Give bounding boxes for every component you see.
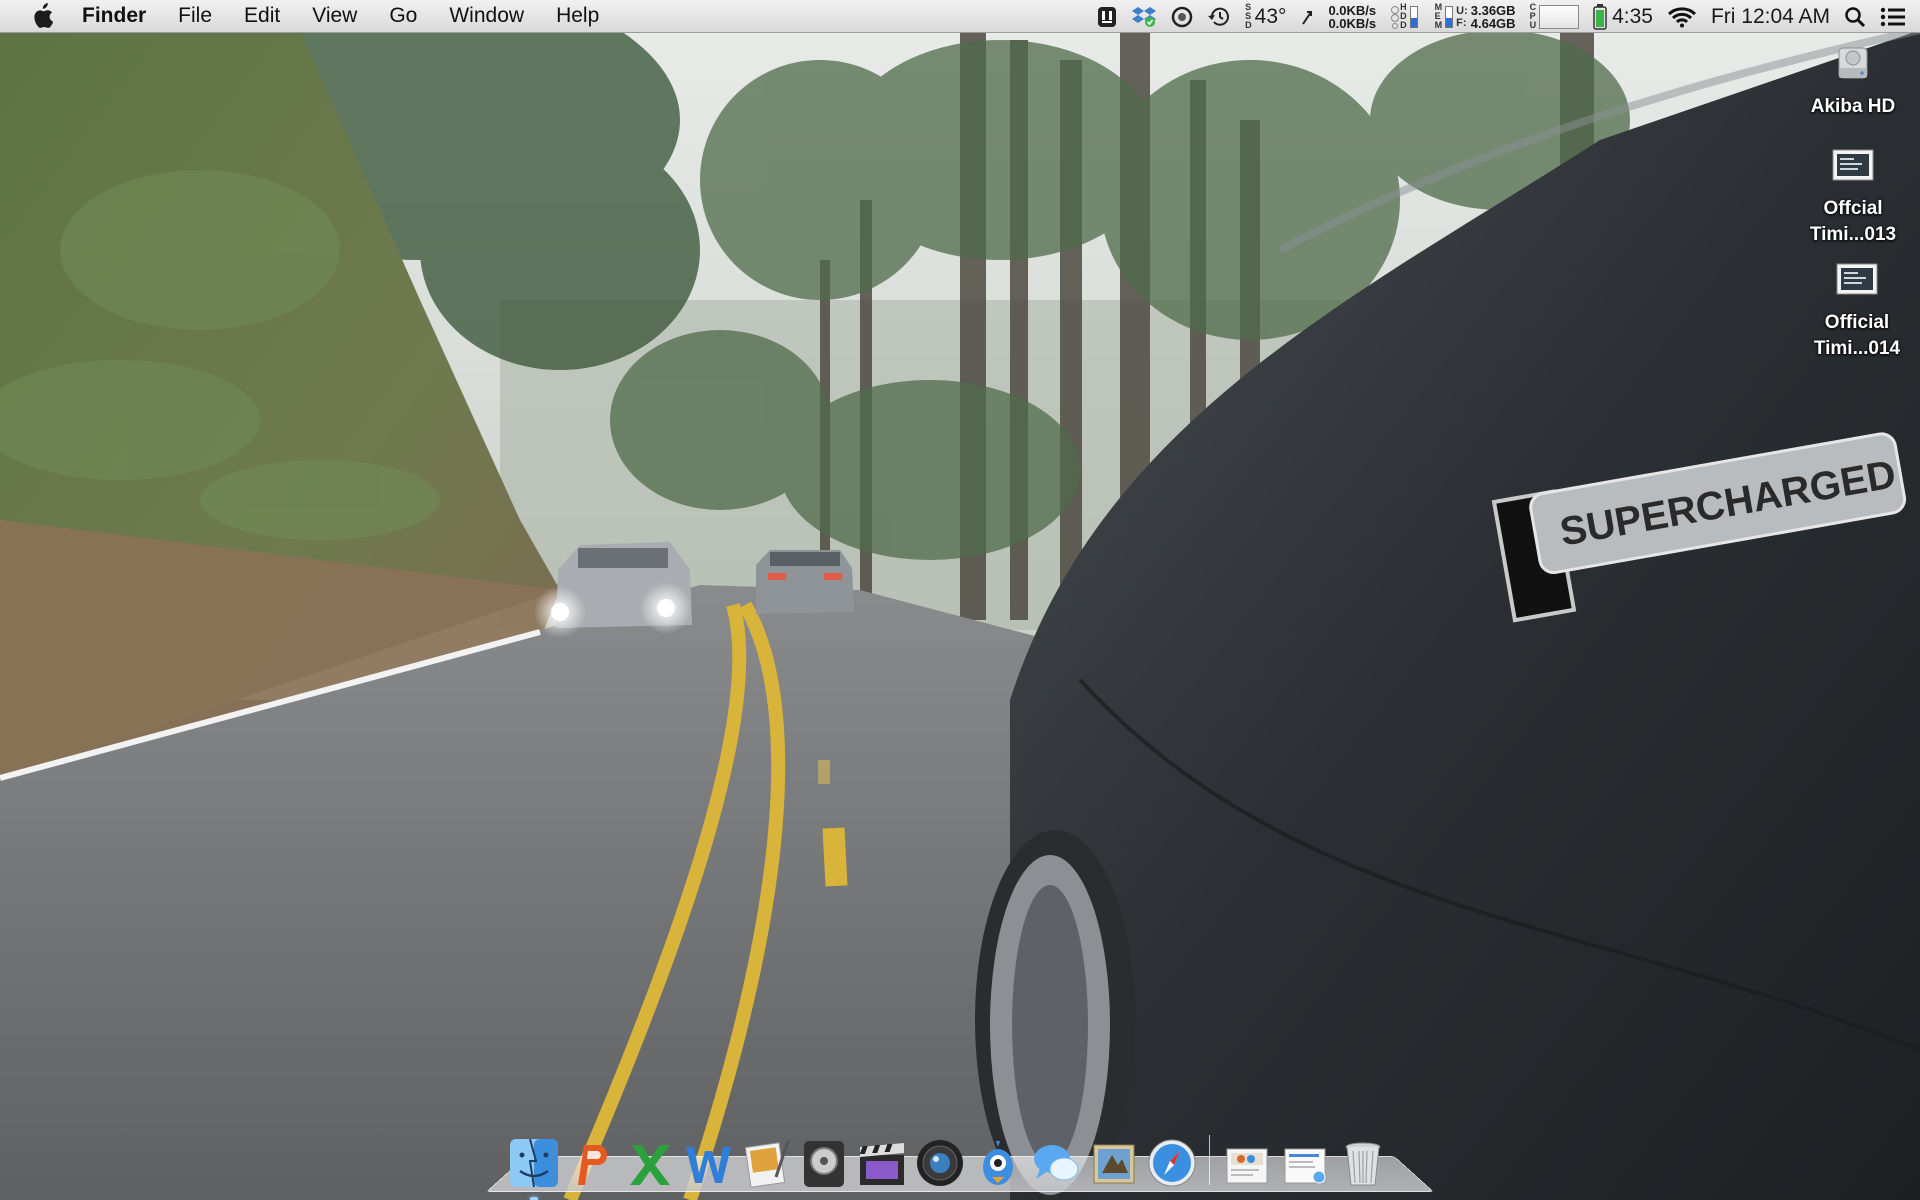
menu-app-finder[interactable]: Finder bbox=[62, 0, 162, 32]
trash-icon bbox=[1345, 1142, 1381, 1186]
mem-label: MEM bbox=[1434, 2, 1443, 30]
dock-finder[interactable] bbox=[505, 1134, 563, 1200]
desktop-icon-label-line2: Timi...013 bbox=[1809, 224, 1897, 245]
dock-safari[interactable] bbox=[1143, 1134, 1201, 1192]
net-download-text: 0.0KB/s bbox=[1328, 15, 1377, 31]
stopwatch-icon[interactable] bbox=[1171, 0, 1193, 33]
powerpoint-icon bbox=[578, 1145, 607, 1185]
mem-uf-label: U: F: bbox=[1456, 4, 1468, 29]
battery-widget[interactable]: 4:35 bbox=[1593, 0, 1653, 33]
aperture-icon bbox=[917, 1140, 963, 1186]
dock bbox=[505, 1128, 1392, 1200]
cpu-graph bbox=[1539, 4, 1580, 29]
desktop-icon-label: Akiba HD bbox=[1810, 96, 1896, 117]
net-upload-text: 0.0KB/s bbox=[1328, 2, 1377, 18]
dropbox-icon[interactable] bbox=[1131, 0, 1157, 33]
menu-window[interactable]: Window bbox=[433, 0, 540, 32]
menu-go[interactable]: Go bbox=[373, 0, 433, 32]
cpu-meter[interactable]: CPU bbox=[1530, 0, 1580, 33]
dock-downloads-stack[interactable] bbox=[1276, 1134, 1334, 1192]
menu-edit[interactable]: Edit bbox=[228, 0, 296, 32]
desktop-icon-akiba-hd[interactable]: Akiba HD bbox=[1788, 42, 1918, 120]
apple-menu-icon[interactable] bbox=[22, 0, 62, 32]
dock-logic[interactable] bbox=[795, 1134, 853, 1192]
wallpaper-scene: SUPERCHARGED bbox=[0, 0, 1920, 1200]
spotlight-search-icon[interactable] bbox=[1844, 0, 1866, 33]
menu-extra-app-icon[interactable] bbox=[1097, 0, 1117, 33]
mail-icon bbox=[1093, 1144, 1135, 1184]
desktop-icon-label-line1: Official bbox=[1824, 312, 1890, 333]
memory-used-text: 3.36GB bbox=[1470, 2, 1516, 18]
weather-widget[interactable]: SSD 43° bbox=[1245, 0, 1286, 33]
finder-icon bbox=[510, 1138, 558, 1188]
excel-icon bbox=[630, 1145, 670, 1185]
menu-bar-left: Finder File Edit View Go Window Help bbox=[0, 0, 615, 32]
dock-trash[interactable] bbox=[1334, 1134, 1392, 1192]
dock-aperture[interactable] bbox=[911, 1134, 969, 1192]
preview-icon bbox=[744, 1140, 790, 1188]
screenshot-file-icon bbox=[1788, 148, 1918, 192]
hdd-usage-bar bbox=[1409, 5, 1418, 28]
menu-file[interactable]: File bbox=[162, 0, 228, 32]
menu-bar: Finder File Edit View Go Window Help SSD… bbox=[0, 0, 1920, 33]
dock-excel[interactable] bbox=[621, 1134, 679, 1192]
menu-help[interactable]: Help bbox=[540, 0, 615, 32]
dock-preview[interactable] bbox=[737, 1134, 795, 1192]
menu-view[interactable]: View bbox=[296, 0, 373, 32]
time-machine-icon[interactable] bbox=[1207, 0, 1231, 33]
notification-center-icon[interactable] bbox=[1880, 0, 1906, 33]
disk-activity-icon bbox=[1391, 5, 1400, 29]
dock-mail[interactable] bbox=[1085, 1134, 1143, 1192]
battery-time-text: 4:35 bbox=[1612, 4, 1653, 28]
menu-clock[interactable]: Fri 12:04 AM bbox=[1711, 0, 1830, 33]
final-cut-icon bbox=[859, 1143, 904, 1185]
memory-usage-bar bbox=[1445, 5, 1454, 28]
screenshot-file-icon bbox=[1792, 262, 1920, 306]
ssd-label: SSD bbox=[1245, 2, 1252, 30]
memory-meter[interactable]: MEM U: F: 3.36GB 4.64GB bbox=[1435, 0, 1516, 33]
word-icon bbox=[686, 1147, 731, 1183]
hdd-meter[interactable]: HDD bbox=[1390, 0, 1421, 33]
arrows-icon[interactable] bbox=[1300, 0, 1314, 33]
battery-icon bbox=[1593, 3, 1607, 30]
dock-documents-stack[interactable] bbox=[1218, 1134, 1276, 1192]
desktop-icon-screenshot-014[interactable]: Official Timi...014 bbox=[1792, 262, 1920, 362]
dock-tweetbot[interactable] bbox=[969, 1134, 1027, 1192]
dock-powerpoint[interactable] bbox=[563, 1134, 621, 1192]
desktop-icon-label-line2: Timi...014 bbox=[1813, 338, 1901, 359]
dock-word[interactable] bbox=[679, 1134, 737, 1192]
documents-stack-icon bbox=[1226, 1148, 1268, 1184]
logic-icon bbox=[804, 1141, 844, 1187]
hdd-label: HDD bbox=[1400, 2, 1407, 30]
wifi-icon[interactable] bbox=[1667, 0, 1697, 33]
network-speed-widget[interactable]: 0.0KB/s 0.0KB/s bbox=[1328, 0, 1376, 33]
dock-final-cut[interactable] bbox=[853, 1134, 911, 1192]
menu-extras: SSD 43° 0.0KB/s 0.0KB/s HDD MEM U: F: 3.3… bbox=[1090, 0, 1920, 33]
dock-separator bbox=[1209, 1135, 1210, 1185]
messages-icon bbox=[1034, 1145, 1079, 1181]
dock-messages[interactable] bbox=[1027, 1134, 1085, 1192]
safari-icon bbox=[1148, 1139, 1196, 1187]
temperature-text: 43° bbox=[1254, 4, 1287, 28]
desktop-wallpaper: SUPERCHARGED bbox=[0, 0, 1920, 1200]
memory-free-text: 4.64GB bbox=[1470, 15, 1516, 31]
desktop-icon-label-line1: Offcial bbox=[1823, 198, 1883, 219]
desktop-icon-screenshot-013[interactable]: Offcial Timi...013 bbox=[1788, 148, 1918, 248]
cpu-label: CPU bbox=[1529, 2, 1537, 30]
tweetbot-icon bbox=[983, 1141, 1013, 1185]
downloads-stack-icon bbox=[1284, 1148, 1326, 1184]
hard-drive-icon bbox=[1788, 42, 1918, 90]
